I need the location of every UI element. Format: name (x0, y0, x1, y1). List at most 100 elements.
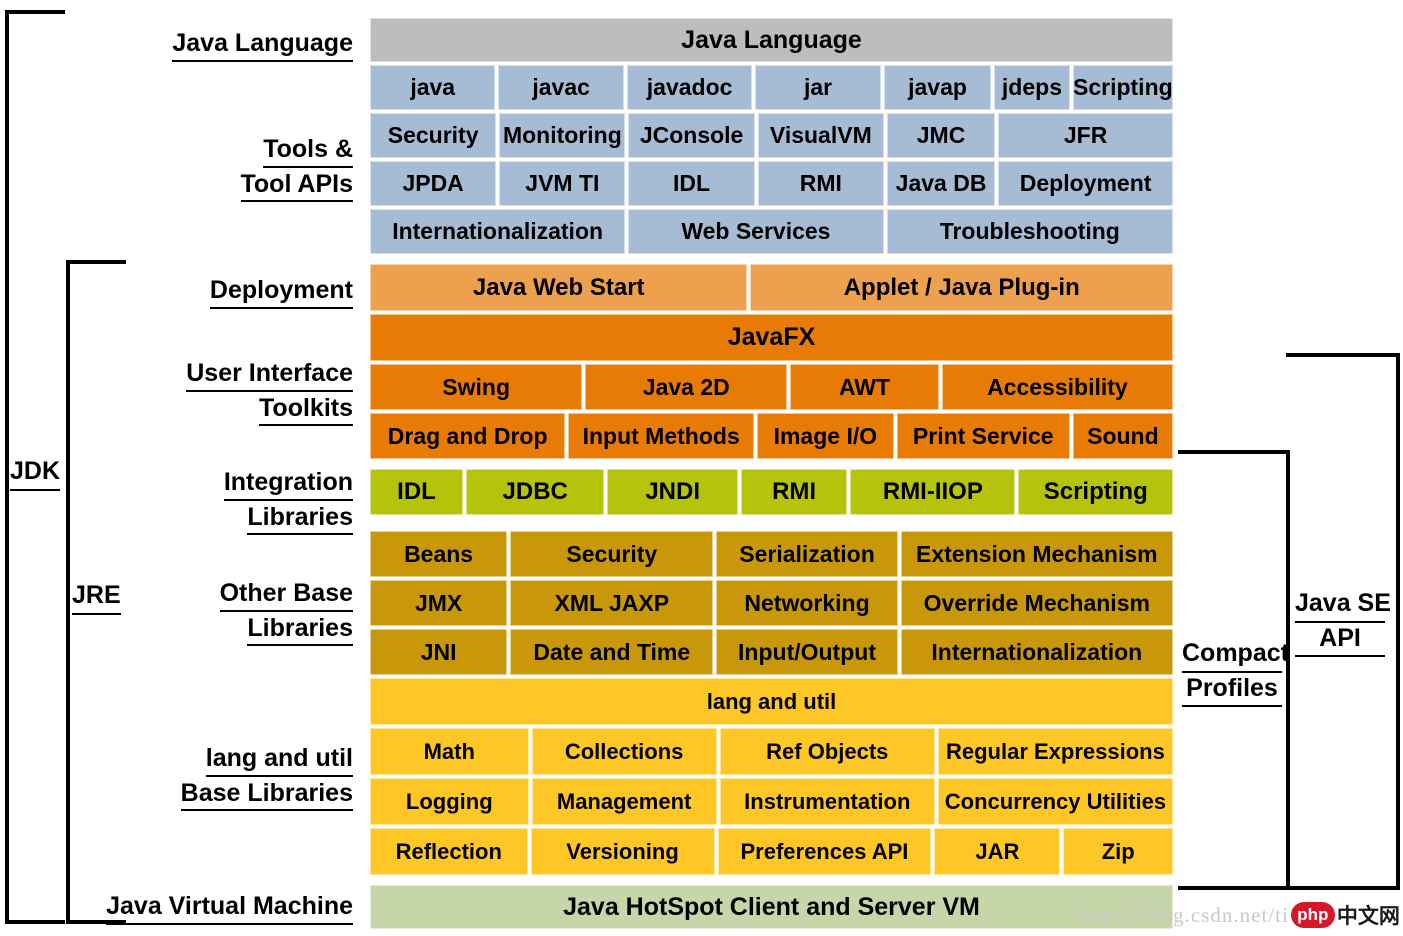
stack-cell-label: Security (387, 122, 479, 148)
stack-cell: Scripting (1072, 65, 1174, 110)
stack-cell: javac (498, 65, 624, 110)
stack-cell: JVM TI (499, 161, 626, 206)
stack-cell-label: JDBC (502, 478, 568, 505)
stack-cell: Versioning (530, 828, 715, 875)
stack-cell-label: Internationalization (931, 638, 1143, 665)
stack-cell: JavaFX (370, 314, 1173, 361)
band-deployment: Java Web Start Applet / Java Plug-in (370, 264, 1173, 311)
stack-cell-label: RMI-IIOP (882, 478, 983, 505)
stack-cell: RMI-IIOP (850, 469, 1016, 515)
stack-cell-label: Web Services (681, 218, 831, 244)
stack-cell-label: XML JAXP (554, 589, 670, 616)
stack-cell-label: Input Methods (582, 422, 740, 449)
stack-cell: JNDI (607, 469, 738, 515)
stack-cell-label: javadoc (646, 74, 733, 100)
band-tools-row2: Security Monitoring JConsole VisualVM JMC JFR (370, 113, 1174, 158)
stack-cell-label: IDL (397, 478, 436, 505)
watermark-url: https://blog.csdn.net/ti (1077, 902, 1289, 927)
stack-cell: lang and util (370, 678, 1173, 725)
stack-cell: JNI (370, 629, 508, 675)
stack-cell: jar (755, 65, 881, 110)
stack-cell-label: RMI (799, 170, 842, 196)
stack-cell-label: JConsole (639, 122, 744, 148)
stack-cell-label: Scripting (1043, 478, 1148, 505)
stack-cell-label: AWT (838, 373, 891, 400)
compact-profiles-label: Compact Profiles (1182, 638, 1289, 707)
jdk-bracket-label: JDK (10, 456, 61, 491)
spacer-ui-integration (370, 462, 1173, 469)
stack-cell-label: JMC (916, 122, 966, 148)
compact-profiles-line2: Profiles (1182, 673, 1282, 707)
stack-cell-label: JFR (1063, 122, 1108, 148)
stack-cell: Logging (370, 778, 529, 825)
stack-cell-label: Preferences API (740, 838, 909, 864)
stack-cell: Beans (370, 531, 508, 577)
stack-cell-label: Applet / Java Plug-in (843, 273, 1080, 301)
stack-cell-label: JPDA (402, 170, 464, 196)
jdk-label-text: JDK (10, 456, 61, 491)
stack-cell-label: Date and Time (533, 638, 691, 665)
stack-cell: Input/Output (716, 629, 898, 675)
stack-cell-label: JavaFX (727, 323, 816, 351)
stack-cell: RMI (757, 161, 884, 206)
stack-cell: Java 2D (585, 364, 788, 410)
band-other-base-row1: Beans Security Serialization Extension Mech… (370, 531, 1173, 577)
stack-cell: JMC (886, 113, 996, 158)
stack-cell: Scripting (1018, 469, 1174, 515)
stack-cell-label: Serialization (739, 540, 875, 567)
stack-cell: Monitoring (499, 113, 626, 158)
stack-cell: Deployment (998, 161, 1174, 206)
stack-cell-label: VisualVM (769, 122, 872, 148)
stack-cell: Management (531, 778, 717, 825)
stack-cell: jdeps (994, 65, 1070, 110)
stack-cell-label: Drag and Drop (387, 422, 548, 449)
stack-cell: Java HotSpot Client and Server VM (370, 885, 1173, 929)
stack-cell-label: Sound (1087, 422, 1159, 449)
spacer-langutil-jvm (370, 878, 1173, 885)
stack-cell-label: Java DB (895, 170, 987, 196)
stack-cell: Regular Expressions (937, 728, 1173, 775)
stack-cell: javap (883, 65, 992, 110)
stack-cell: XML JAXP (510, 580, 714, 626)
row-label-ui-toolkits: User Interface Toolkits (40, 357, 353, 426)
stack-cell: Security (510, 531, 714, 577)
row-label-java-language: Java Language (60, 27, 353, 62)
watermark: https://blog.csdn.net/ti php 中文网 (1077, 900, 1400, 930)
stack-cell: Drag and Drop (370, 413, 566, 459)
stack-cell-label: Security (566, 540, 658, 567)
band-tools-row1: java javac javadoc jar javap jdeps Scripting (370, 65, 1174, 110)
stack-cell: Zip (1063, 828, 1173, 875)
stack-cell: JMX (370, 580, 508, 626)
stack-cell: JConsole (628, 113, 755, 158)
watermark-suffix: 中文网 (1336, 904, 1400, 928)
band-integration-libraries: IDL JDBC JNDI RMI RMI-IIOP Scripting (370, 469, 1174, 515)
stack-cell-label: JAR (975, 838, 1020, 864)
stack-cell: Security (370, 113, 497, 158)
stack-cell: Internationalization (900, 629, 1173, 675)
stack-cell: Accessibility (941, 364, 1174, 410)
row-label-tools: Tools & Tool APIs (60, 133, 353, 202)
stack-cell-label: Deployment (1019, 170, 1152, 196)
stack-cell: Math (370, 728, 529, 775)
stack-cell-label: Java HotSpot Client and Server VM (563, 892, 980, 921)
stack-cell-label: Reflection (395, 838, 502, 864)
stack-cell: Swing (370, 364, 583, 410)
java-se-api-label: Java SE API (1295, 588, 1391, 657)
band-ui-toolkits-row2: Drag and Drop Input Methods Image I/O Print… (370, 413, 1173, 459)
band-langutil-row2: Logging Management Instrumentation Concurre… (370, 778, 1173, 825)
band-langutil-row1: Math Collections Ref Objects Regular Expres… (370, 728, 1173, 775)
stack-cell-label: Monitoring (502, 122, 622, 148)
stack-cell-label: Internationalization (392, 218, 604, 244)
stack-cell: Override Mechanism (900, 580, 1173, 626)
stack-cell-label: Instrumentation (744, 788, 911, 814)
stack-cell: Reflection (370, 828, 528, 875)
row-label-other-base-libraries: Other Base Libraries (60, 577, 353, 646)
stack-cell-label: Management (556, 788, 692, 814)
stack-cell-label: Beans (404, 540, 474, 567)
stack-cell-label: JVM TI (525, 170, 600, 196)
stack-cell-label: Override Mechanism (923, 589, 1150, 616)
stack-cell-label: Math (423, 738, 475, 764)
stack-cell-label: javac (532, 74, 590, 100)
stack-cell-label: Logging (405, 788, 493, 814)
band-tools-row3: JPDA JVM TI IDL RMI Java DB Deployment (370, 161, 1174, 206)
